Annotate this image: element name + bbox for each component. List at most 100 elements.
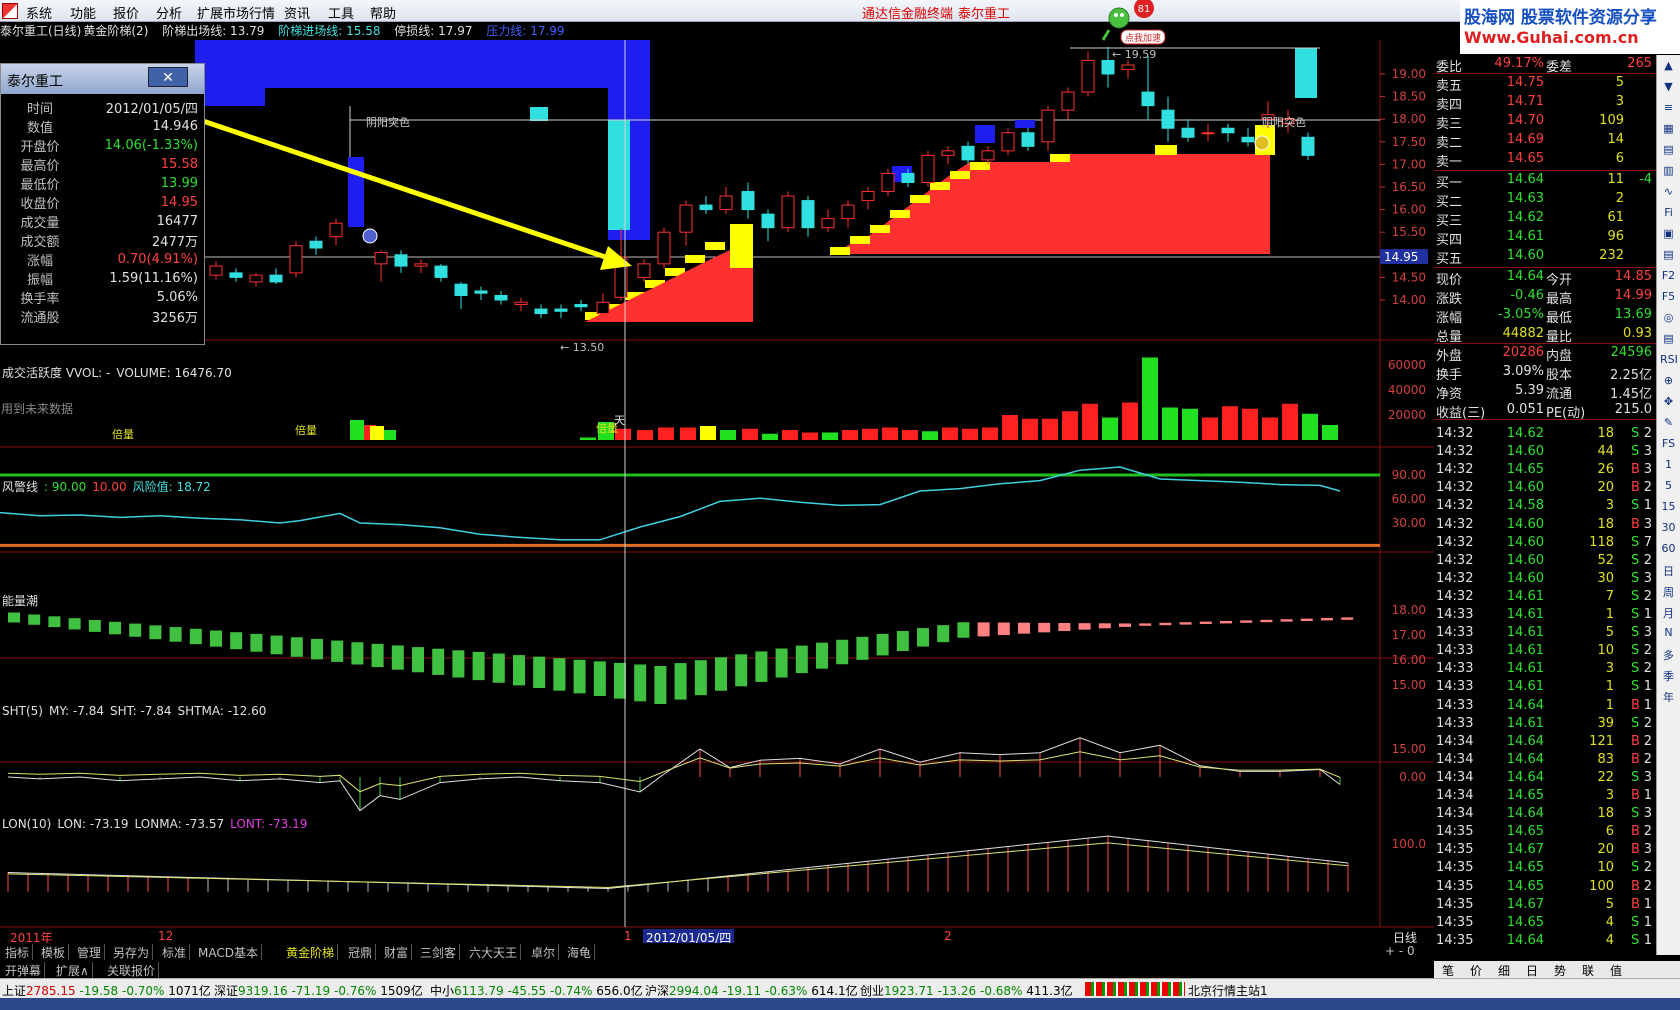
index-hs[interactable]: 沪深2994.04 -19.11 -0.63% 614.1亿 — [645, 982, 858, 999]
tick-count: 2 — [1643, 588, 1652, 604]
stair-step — [890, 210, 910, 218]
menu-help[interactable]: 帮助 — [370, 3, 396, 22]
cy-pct: -0.68% — [979, 984, 1023, 998]
side-tool-button[interactable]: ▤ — [1660, 143, 1677, 160]
indicator-tab[interactable]: 黄金阶梯 — [283, 944, 339, 960]
tick-row: 14:33 14.61 5 S 3 — [1434, 624, 1656, 642]
quote-tab[interactable]: 联 — [1582, 962, 1594, 979]
exit-line-label: 阶梯出场线: 13.79 — [162, 24, 265, 38]
index-zx[interactable]: 中小6113.79 -45.55 -0.74% 656.0亿 — [430, 982, 643, 999]
popup-close-button[interactable]: ✕ — [148, 67, 188, 87]
energy-bar — [1280, 619, 1293, 622]
quote-tab[interactable]: 日 — [1526, 962, 1538, 979]
side-tool-button[interactable]: N — [1660, 626, 1677, 643]
sell-qty: 3 — [1615, 94, 1624, 109]
menu-extended-market[interactable]: 扩展市场行情 — [197, 3, 275, 22]
side-tool-button[interactable]: ▥ — [1660, 164, 1677, 181]
date-feb: 2 — [944, 929, 952, 943]
indicator-tabs: 指标 模板 管理 另存为 标准 MACD基本 黄金阶梯 冠鼎 财富 三剑客 六大天王 卓尔 海龟 + - … — [0, 943, 1434, 961]
quote-tab[interactable]: 细 — [1498, 962, 1510, 979]
menu-system[interactable]: 系统 — [26, 3, 52, 22]
taskbar — [0, 998, 1680, 1010]
sz-amt: 1509亿 — [380, 984, 423, 998]
stat-value2: 2.25亿 — [1610, 368, 1652, 383]
menu-quote[interactable]: 报价 — [113, 3, 139, 22]
energy-tick-label: 17.00 — [1392, 628, 1426, 642]
tick-volume: 83 — [1597, 751, 1614, 767]
volume-bar — [720, 430, 736, 440]
app-icon[interactable] — [2, 3, 18, 19]
indicator-tab[interactable]: 另存为 — [110, 944, 154, 960]
indicator-tab[interactable]: 冠鼎 — [345, 944, 377, 960]
volume-bar — [658, 427, 674, 440]
indicator-tab[interactable]: 卓尔 — [528, 944, 560, 960]
side-tool-button[interactable]: 60 — [1660, 542, 1677, 559]
side-tool-button[interactable]: ≡ — [1660, 101, 1677, 118]
side-tool-button[interactable]: F2 — [1660, 269, 1677, 286]
side-tool-button[interactable]: F5 — [1660, 290, 1677, 307]
indicator-tab[interactable]: MACD基本 — [195, 944, 262, 960]
side-tool-button[interactable]: 日 — [1660, 563, 1677, 580]
indicator-tab[interactable]: 六大天王 — [466, 944, 522, 960]
side-tool-button[interactable]: 月 — [1660, 605, 1677, 622]
index-cy[interactable]: 创业1923.71 -13.26 -0.68% 411.3亿 — [860, 982, 1073, 999]
indicator-tab[interactable]: 三剑客 — [417, 944, 461, 960]
popup-header[interactable]: 泰尔重工 ✕ — [1, 64, 204, 94]
indicator-tab[interactable]: 模板 — [38, 944, 70, 960]
energy-panel-label: 能量潮 — [2, 592, 44, 609]
side-tool-button[interactable]: ✎ — [1660, 416, 1677, 433]
indicator-tab[interactable]: 指标 — [2, 944, 34, 960]
tick-side: B — [1631, 896, 1640, 912]
tick-price: 14.64 — [1506, 769, 1544, 785]
side-tool-button[interactable]: 年 — [1660, 689, 1677, 706]
side-tool-button[interactable]: ✥ — [1660, 395, 1677, 412]
side-tool-button[interactable]: 5 — [1660, 479, 1677, 496]
indicator-tab[interactable]: 海龟 — [564, 944, 596, 960]
side-tool-button[interactable]: 多 — [1660, 647, 1677, 664]
tick-price: 14.61 — [1506, 643, 1544, 659]
indicator-tab[interactable]: 管理 — [74, 944, 106, 960]
indicator-tab[interactable]: 财富 — [381, 944, 413, 960]
candle-body — [1141, 91, 1155, 107]
side-tool-button[interactable]: Fi — [1660, 206, 1677, 223]
quote-tab[interactable]: 势 — [1554, 962, 1566, 979]
indicator-tab[interactable]: 标准 — [159, 944, 191, 960]
menu-tools[interactable]: 工具 — [328, 3, 354, 22]
side-tool-button[interactable]: 季 — [1660, 668, 1677, 685]
side-tool-button[interactable]: 1 — [1660, 458, 1677, 475]
side-tool-button[interactable]: ▣ — [1660, 227, 1677, 244]
side-tool-button[interactable]: FS — [1660, 437, 1677, 454]
vol-tick-label: 60000 — [1388, 358, 1426, 372]
side-tool-button[interactable]: ◎ — [1660, 311, 1677, 328]
quote-tab[interactable]: 笔 — [1442, 962, 1454, 979]
zoom-controls[interactable]: + - 0 — [1382, 944, 1418, 960]
buy-price: 14.62 — [1506, 210, 1544, 225]
server-station[interactable]: 北京行情主站1 — [1188, 982, 1268, 999]
side-tool-button[interactable]: ▼ — [1660, 80, 1677, 97]
data-popup[interactable]: 泰尔重工 ✕ 时间 2012/01/05/四 数值 14.946 开盘价 14.06(-1… — [0, 63, 205, 416]
menu-info[interactable]: 资讯 — [284, 3, 310, 22]
side-tool-button[interactable]: 30 — [1660, 521, 1677, 538]
side-tool-button[interactable]: ⊕ — [1660, 374, 1677, 391]
side-tool-button[interactable]: ▤ — [1660, 332, 1677, 349]
secondary-tab[interactable]: 开弹幕 — [2, 962, 46, 978]
side-tool-button[interactable]: ∿ — [1660, 185, 1677, 202]
candle-body — [454, 283, 468, 296]
candle-body — [821, 218, 835, 229]
menu-function[interactable]: 功能 — [70, 3, 96, 22]
side-tool-button[interactable]: RSI — [1660, 353, 1678, 370]
stat-value2: 13.69 — [1614, 307, 1652, 322]
secondary-tab[interactable]: 关联报价 — [104, 962, 160, 978]
quote-tab[interactable]: 价 — [1470, 962, 1482, 979]
index-sh[interactable]: 上证2785.15 -19.58 -0.70% 1071亿 — [2, 982, 211, 999]
side-tool-button[interactable]: ▲ — [1660, 59, 1677, 76]
index-sz[interactable]: 深证9319.16 -71.19 -0.76% 1509亿 — [214, 982, 423, 999]
secondary-tab[interactable]: 扩展∧ — [53, 962, 93, 978]
side-tool-button[interactable]: ▤ — [1660, 248, 1677, 265]
side-tool-button[interactable]: 15 — [1660, 500, 1677, 517]
energy-bar — [311, 638, 323, 660]
menu-analysis[interactable]: 分析 — [156, 3, 182, 22]
quote-tab[interactable]: 值 — [1610, 962, 1622, 979]
side-tool-button[interactable]: 周 — [1660, 584, 1677, 601]
side-tool-button[interactable]: ▦ — [1660, 122, 1677, 139]
